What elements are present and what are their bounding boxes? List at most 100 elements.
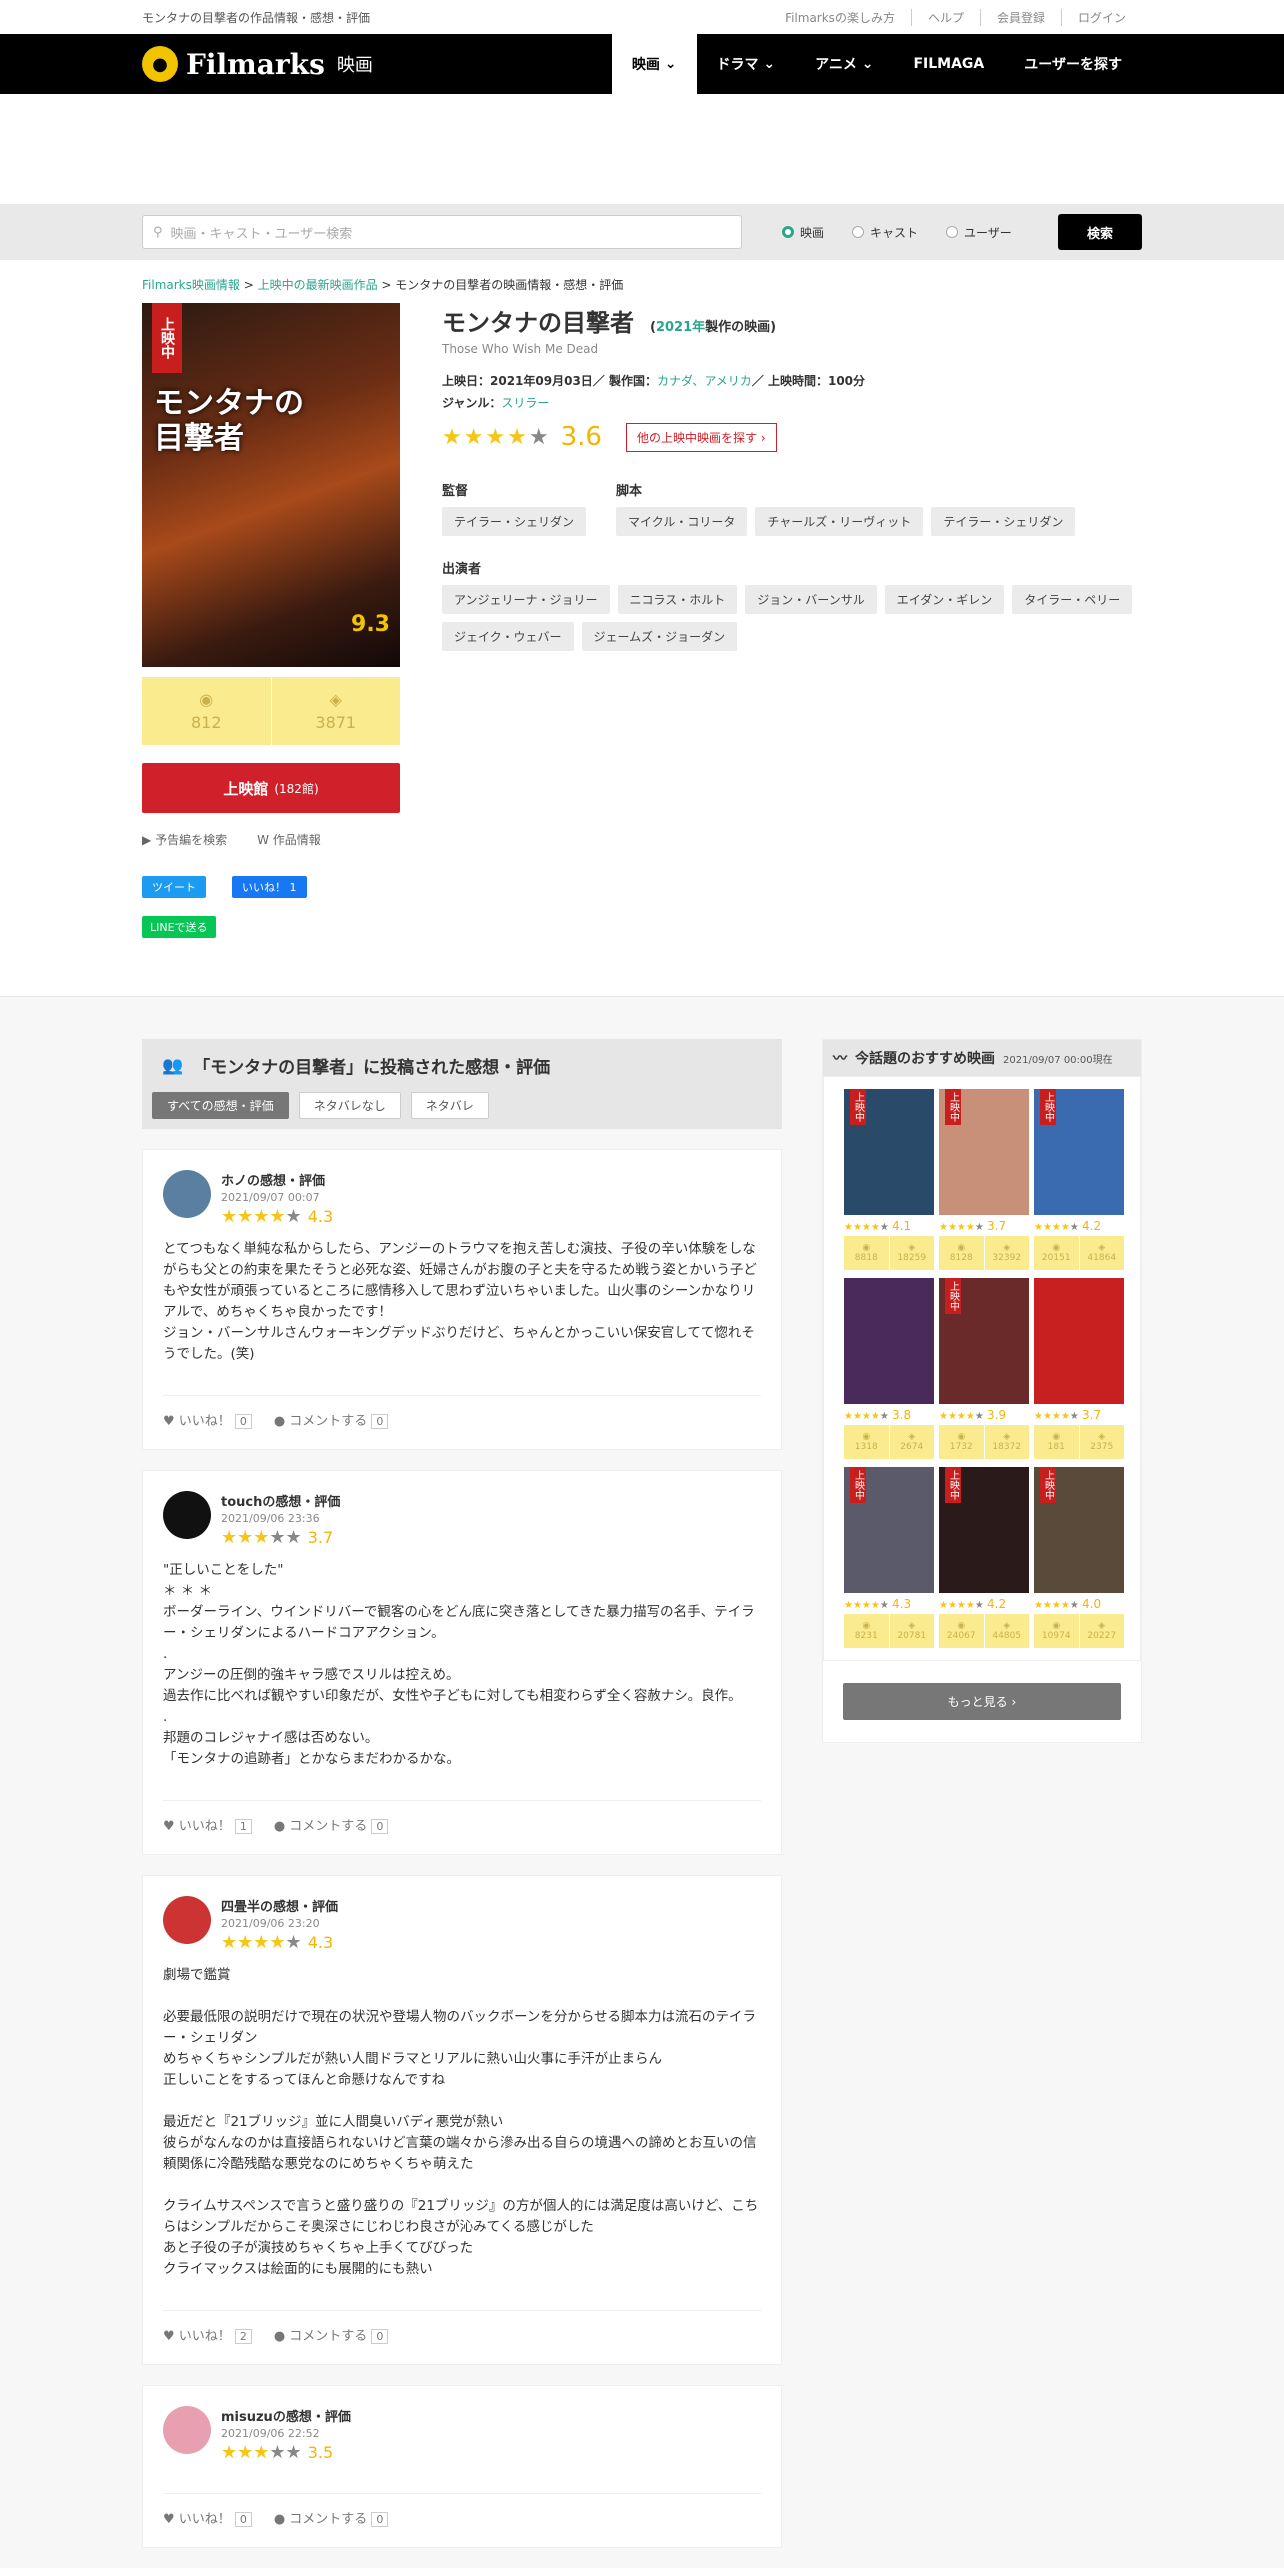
clip-count[interactable]: ◈ 20227	[1080, 1614, 1125, 1648]
movie-thumb[interactable]: 上映中	[939, 1278, 1029, 1404]
recommended-movie[interactable]: 上映中 ★★★★★ 3.7 ◉ 8128 ◈ 32392	[939, 1089, 1029, 1270]
trailer-link[interactable]: ▶ 予告編を検索	[142, 831, 227, 848]
review-user[interactable]: ホノの感想・評価	[221, 1170, 333, 1189]
movie-thumb[interactable]: 上映中	[1034, 1089, 1124, 1215]
movie-poster[interactable]: 上映中 モンタナの 目撃者 9.3	[142, 303, 400, 667]
review-user[interactable]: 四畳半の感想・評価	[221, 1896, 338, 1915]
writer-tag[interactable]: テイラー・シェリダン	[931, 507, 1076, 536]
cast-tag[interactable]: ジョン・バーンサル	[745, 585, 877, 614]
signup-link[interactable]: 会員登録	[979, 8, 1061, 26]
recommended-movie[interactable]: 上映中 ★★★★★ 4.3 ◉ 8231 ◈ 20781	[844, 1467, 934, 1648]
facebook-like-button[interactable]: いいね！ 1	[232, 876, 307, 898]
radio-cast[interactable]: キャスト	[852, 224, 918, 241]
movie-thumb[interactable]: 上映中	[844, 1089, 934, 1215]
like-button[interactable]: ♥ いいね！ 2	[163, 2325, 252, 2344]
mark-count[interactable]: ◉ 24067	[939, 1614, 985, 1648]
cast-tag[interactable]: タイラー・ペリー	[1012, 585, 1133, 614]
radio-user[interactable]: ユーザー	[946, 224, 1012, 241]
search-button[interactable]: 検索	[1058, 214, 1142, 250]
clip-count[interactable]: ◈ 18259	[890, 1236, 935, 1270]
recommended-movie[interactable]: 上映中 ★★★★★ 4.2 ◉ 20151 ◈ 41864	[1034, 1089, 1124, 1270]
now-showing-badge: 上映中	[945, 1089, 961, 1125]
avatar[interactable]	[163, 1491, 211, 1539]
cast-tag[interactable]: エイダン・ギレン	[884, 585, 1005, 614]
mark-count[interactable]: ◉ 8128	[939, 1236, 985, 1270]
recommended-movie[interactable]: 上映中 ★★★★★ 4.2 ◉ 24067 ◈ 44805	[939, 1467, 1029, 1648]
mark-count[interactable]: ◉ 8231	[844, 1614, 890, 1648]
writer-tag[interactable]: チャールズ・リーヴィット	[755, 507, 924, 536]
clip-count[interactable]: ◈ 32392	[985, 1236, 1030, 1270]
like-button[interactable]: ♥ いいね！ 0	[163, 1410, 252, 1429]
nav-filmaga[interactable]: FILMAGA	[893, 34, 1004, 94]
movie-thumb[interactable]	[1034, 1278, 1124, 1404]
login-link[interactable]: ログイン	[1060, 8, 1142, 26]
guide-link[interactable]: Filmarksの楽しみ方	[769, 9, 911, 26]
mark-count[interactable]: ◉ 8818	[844, 1236, 890, 1270]
nav-movies[interactable]: 映画 ⌄	[611, 34, 697, 94]
recommended-movie[interactable]: 上映中 ★★★★★ 4.1 ◉ 8818 ◈ 18259	[844, 1089, 934, 1270]
nav-anime[interactable]: アニメ ⌄	[795, 34, 893, 94]
review-user[interactable]: misuzuの感想・評価	[221, 2406, 351, 2425]
comment-button[interactable]: ● コメントする 0	[274, 2508, 389, 2527]
clip-count[interactable]: ◈ 3871	[272, 677, 401, 745]
mark-count[interactable]: ◉ 1732	[939, 1425, 985, 1459]
movie-rating: ★★★★★ 4.0	[1034, 1597, 1102, 1611]
comment-button[interactable]: ● コメントする 0	[274, 2325, 389, 2344]
recommended-movie[interactable]: 上映中 ★★★★★ 3.9 ◉ 1732 ◈ 18372	[939, 1278, 1029, 1459]
info-link[interactable]: W 作品情報	[257, 831, 321, 848]
like-button[interactable]: ♥ いいね！ 1	[163, 1815, 252, 1834]
movie-rating: ★★★★★ 4.3	[844, 1597, 912, 1611]
cast-tag[interactable]: ジェイク・ウェバー	[442, 622, 574, 651]
nav-drama[interactable]: ドラマ ⌄	[697, 34, 796, 94]
clip-count[interactable]: ◈ 2375	[1080, 1425, 1125, 1459]
review-user[interactable]: touchの感想・評価	[221, 1491, 340, 1510]
search-input[interactable]: ⚲ 映画・キャスト・ユーザー検索	[142, 215, 742, 249]
movie-thumb[interactable]: 上映中	[844, 1467, 934, 1593]
director-tag[interactable]: テイラー・シェリダン	[442, 507, 587, 536]
filter-spoiler[interactable]: ネタバレ	[410, 1092, 489, 1119]
like-button[interactable]: ♥ いいね！ 0	[163, 2508, 252, 2527]
users-icon: 👥	[162, 1055, 184, 1076]
movie-thumb[interactable]: 上映中	[939, 1467, 1029, 1593]
mark-count[interactable]: ◉ 812	[142, 677, 272, 745]
mark-count[interactable]: ◉ 1318	[844, 1425, 890, 1459]
writer-tag[interactable]: マイクル・コリータ	[616, 507, 748, 536]
recommended-movie[interactable]: ★★★★★ 3.7 ◉ 181 ◈ 2375	[1034, 1278, 1124, 1459]
clip-count[interactable]: ◈ 18372	[985, 1425, 1030, 1459]
comment-button[interactable]: ● コメントする 0	[274, 1410, 389, 1429]
cast-tag[interactable]: アンジェリーナ・ジョリー	[442, 585, 610, 614]
more-button[interactable]: もっと見る ›	[843, 1683, 1121, 1720]
breadcrumb-home[interactable]: Filmarks映画情報	[142, 278, 240, 292]
comment-button[interactable]: ● コメントする 0	[274, 1815, 389, 1834]
filter-all[interactable]: すべての感想・評価	[152, 1092, 289, 1119]
nav-find-users[interactable]: ユーザーを探す	[1004, 34, 1142, 94]
avatar[interactable]	[163, 2406, 211, 2454]
mark-count[interactable]: ◉ 181	[1034, 1425, 1080, 1459]
mark-count[interactable]: ◉ 20151	[1034, 1236, 1080, 1270]
clip-count[interactable]: ◈ 2674	[890, 1425, 935, 1459]
recommended-movie[interactable]: 上映中 ★★★★★ 4.0 ◉ 10974 ◈ 20227	[1034, 1467, 1124, 1648]
movie-thumb[interactable]: 上映中	[939, 1089, 1029, 1215]
help-link[interactable]: ヘルプ	[910, 8, 980, 26]
avatar[interactable]	[163, 1896, 211, 1944]
breadcrumb-now-showing[interactable]: 上映中の最新映画作品	[258, 278, 378, 292]
theaters-button[interactable]: 上映館 (182館)	[142, 763, 400, 813]
clip-count[interactable]: ◈ 44805	[985, 1614, 1030, 1648]
clip-count[interactable]: ◈ 41864	[1080, 1236, 1125, 1270]
avatar[interactable]	[163, 1170, 211, 1218]
cast-tag[interactable]: ジェームズ・ジョーダン	[581, 622, 738, 651]
other-movies-button[interactable]: 他の上映中映画を探す ›	[625, 422, 777, 452]
cast-tag[interactable]: ニコラス・ホルト	[617, 585, 738, 614]
genre-link[interactable]: スリラー	[501, 396, 549, 410]
movie-thumb[interactable]: 上映中	[1034, 1467, 1124, 1593]
radio-movie[interactable]: 映画	[782, 224, 824, 241]
filter-no-spoiler[interactable]: ネタバレなし	[298, 1092, 401, 1119]
mark-count[interactable]: ◉ 10974	[1034, 1614, 1080, 1648]
recommended-movie[interactable]: ★★★★★ 3.8 ◉ 1318 ◈ 2674	[844, 1278, 934, 1459]
movie-rating: ★★★★★ 3.9	[939, 1408, 1007, 1422]
movie-thumb[interactable]	[844, 1278, 934, 1404]
tweet-button[interactable]: ツイート	[142, 876, 206, 898]
line-share-button[interactable]: LINEで送る	[142, 916, 216, 938]
logo[interactable]: ● Filmarks 映画	[142, 46, 373, 82]
clip-count[interactable]: ◈ 20781	[890, 1614, 935, 1648]
